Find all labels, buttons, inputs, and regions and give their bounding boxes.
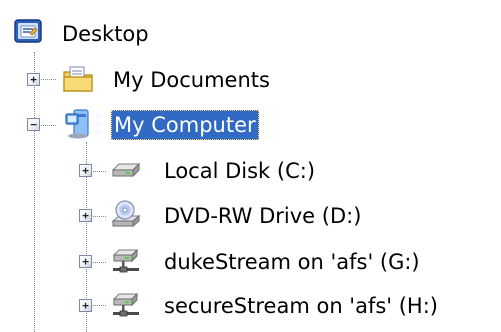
hard-disk-icon <box>111 162 141 178</box>
my-computer-icon <box>65 109 89 139</box>
tree-node-securestream-h[interactable]: + secureStream on 'afs' (H:) <box>0 288 501 324</box>
expand-dvd-rw-drive-d-button[interactable]: + <box>79 209 92 222</box>
tree-node-desktop-label[interactable]: Desktop <box>59 19 152 49</box>
tree-node-dvd-rw-drive-d-label[interactable]: DVD-RW Drive (D:) <box>161 201 364 231</box>
expand-my-documents-button[interactable]: + <box>27 73 40 86</box>
collapse-my-computer-button[interactable]: − <box>27 118 40 131</box>
expand-securestream-h-button[interactable]: + <box>79 299 92 312</box>
expand-local-disk-c-button[interactable]: + <box>79 164 92 177</box>
desktop-icon <box>14 19 42 43</box>
tree-node-my-computer[interactable]: − My Computer <box>0 107 320 143</box>
tree-node-dukestream-g-label[interactable]: dukeStream on 'afs' (G:) <box>161 247 423 277</box>
tree-node-dvd-rw-drive-d[interactable]: + DVD-RW Drive (D:) <box>0 198 420 234</box>
tree-node-dukestream-g[interactable]: + dukeStream on 'afs' (G:) <box>0 244 501 280</box>
tree-node-local-disk-c[interactable]: + Local Disk (C:) <box>0 153 400 189</box>
tree-node-my-documents-label[interactable]: My Documents <box>110 65 273 95</box>
my-documents-folder-icon <box>63 66 93 92</box>
tree-node-local-disk-c-label[interactable]: Local Disk (C:) <box>161 156 318 186</box>
dvd-drive-icon <box>111 200 141 228</box>
network-drive-icon <box>112 292 139 317</box>
network-drive-icon <box>112 248 139 273</box>
expand-dukestream-g-button[interactable]: + <box>79 255 92 268</box>
tree-node-my-documents[interactable]: + My Documents <box>0 62 320 98</box>
tree-node-securestream-h-label[interactable]: secureStream on 'afs' (H:) <box>161 291 441 321</box>
tree-node-my-computer-label[interactable]: My Computer <box>111 110 259 140</box>
folder-tree: Desktop + My Documents − My Computer + L… <box>0 0 501 332</box>
tree-node-desktop[interactable]: Desktop <box>0 16 200 52</box>
